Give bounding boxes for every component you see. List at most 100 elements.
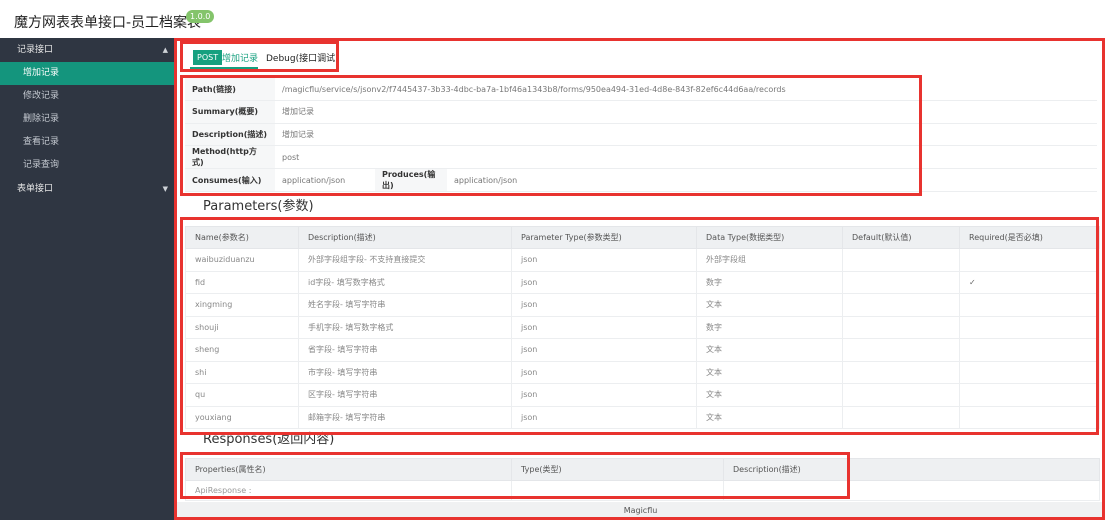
table-row: waibuziduanzu 外部字段组字段- 不支持直接提交 json 外部字段组: [185, 248, 1100, 272]
footer: Magicflu: [176, 502, 1105, 520]
table-row: Method(http方式) post: [185, 145, 1097, 169]
param-default: [842, 270, 960, 294]
param-data-type: 外部字段组: [696, 248, 843, 272]
table-row: fid id字段- 填写数字格式 json 数字 ✓: [185, 270, 1100, 294]
response-description: [723, 480, 1100, 501]
active-tab-indicator: [190, 67, 258, 69]
sidebar-item-edit-record[interactable]: 修改记录: [0, 85, 176, 108]
param-required: ✓: [959, 270, 1100, 294]
sidebar-group-form-api[interactable]: 表单接口 ▼: [0, 177, 176, 201]
table-row: shouji 手机字段- 填写数字格式 json 数字: [185, 315, 1100, 339]
main-content: POST 增加记录 Debug(接口调试) Path(链接) /magicflu…: [176, 38, 1105, 520]
param-required: [959, 315, 1100, 339]
consumes-value: application/json: [275, 168, 375, 192]
param-description: 邮箱字段- 填写字符串: [298, 405, 512, 429]
param-type: json: [511, 293, 697, 317]
summary-label: Summary(概要): [185, 100, 275, 124]
col-data-type: Data Type(数据类型): [696, 226, 843, 249]
table-row: shi 市字段- 填写字符串 json 文本: [185, 360, 1100, 384]
sidebar-item-add-record[interactable]: 增加记录: [0, 62, 176, 85]
col-resp-description: Description(描述): [723, 458, 1100, 481]
method-badge: POST: [193, 50, 223, 65]
param-name: youxiang: [185, 405, 299, 429]
param-data-type: 数字: [696, 315, 843, 339]
param-type: json: [511, 315, 697, 339]
path-label: Path(链接): [185, 78, 275, 101]
description-label: Description(描述): [185, 123, 275, 146]
col-type: Type(类型): [511, 458, 724, 481]
param-name: qu: [185, 383, 299, 407]
param-required: [959, 383, 1100, 407]
caret-up-icon: ▲: [162, 46, 168, 54]
col-description: Description(描述): [298, 226, 512, 249]
param-default: [842, 383, 960, 407]
col-default: Default(默认值): [842, 226, 960, 249]
sidebar-item-query-record[interactable]: 记录查询: [0, 154, 176, 177]
param-default: [842, 248, 960, 272]
col-name: Name(参数名): [185, 226, 299, 249]
endpoint-info-table: Path(链接) /magicflu/service/s/jsonv2/f744…: [185, 78, 1097, 192]
param-description: 区字段- 填写字符串: [298, 383, 512, 407]
parameters-body: waibuziduanzu 外部字段组字段- 不支持直接提交 json 外部字段组 fi…: [185, 248, 1100, 429]
param-required: [959, 248, 1100, 272]
tab-debug[interactable]: Debug(接口调试): [266, 51, 339, 64]
table-header-row: Name(参数名) Description(描述) Parameter Type…: [185, 226, 1100, 249]
table-row: ApiResponse :: [185, 480, 1100, 501]
param-name: sheng: [185, 338, 299, 362]
table-row: Path(链接) /magicflu/service/s/jsonv2/f744…: [185, 78, 1097, 101]
sidebar-group-label: 表单接口: [17, 184, 54, 194]
param-description: 省字段- 填写字符串: [298, 338, 512, 362]
parameters-title: Parameters(参数): [203, 199, 314, 214]
consumes-label: Consumes(输入): [185, 168, 275, 192]
response-type: [511, 480, 724, 501]
param-required: [959, 338, 1100, 362]
col-param-type: Parameter Type(参数类型): [511, 226, 697, 249]
param-type: json: [511, 270, 697, 294]
sidebar-group-record-api[interactable]: 记录接口 ▲: [0, 38, 176, 62]
param-name: shouji: [185, 315, 299, 339]
table-row: Summary(概要) 增加记录: [185, 100, 1097, 124]
table-row: Consumes(输入) application/json Produces(输…: [185, 168, 1097, 192]
table-row: sheng 省字段- 填写字符串 json 文本: [185, 338, 1100, 362]
param-name: waibuziduanzu: [185, 248, 299, 272]
param-type: json: [511, 338, 697, 362]
param-description: 手机字段- 填写数字格式: [298, 315, 512, 339]
sidebar-item-view-record[interactable]: 查看记录: [0, 131, 176, 154]
tab-add-record[interactable]: 增加记录: [222, 51, 258, 64]
param-name: xingming: [185, 293, 299, 317]
param-data-type: 文本: [696, 405, 843, 429]
parameters-table: Name(参数名) Description(描述) Parameter Type…: [185, 226, 1100, 429]
responses-title: Responses(返回内容): [203, 432, 335, 447]
top-header: 魔方网表表单接口-员工档案表 1.0.0: [0, 0, 1105, 38]
table-row: Description(描述) 增加记录: [185, 123, 1097, 146]
produces-label: Produces(输出): [375, 168, 447, 192]
param-required: [959, 405, 1100, 429]
responses-table: Properties(属性名) Type(类型) Description(描述)…: [185, 458, 1100, 501]
param-data-type: 文本: [696, 360, 843, 384]
method-label: Method(http方式): [185, 145, 275, 169]
version-badge: 1.0.0: [186, 10, 215, 23]
col-required: Required(是否必填): [959, 226, 1100, 249]
produces-value: application/json: [447, 168, 677, 192]
param-data-type: 文本: [696, 338, 843, 362]
path-value: /magicflu/service/s/jsonv2/f7445437-3b33…: [275, 78, 1097, 101]
param-name: fid: [185, 270, 299, 294]
sidebar-group-label: 记录接口: [17, 45, 54, 55]
param-required: [959, 293, 1100, 317]
param-required: [959, 360, 1100, 384]
sidebar-item-delete-record[interactable]: 删除记录: [0, 108, 176, 131]
param-name: shi: [185, 360, 299, 384]
table-header-row: Properties(属性名) Type(类型) Description(描述): [185, 458, 1100, 481]
param-default: [842, 315, 960, 339]
param-default: [842, 405, 960, 429]
param-default: [842, 338, 960, 362]
summary-value: 增加记录: [275, 100, 1097, 124]
col-properties: Properties(属性名): [185, 458, 512, 481]
param-description: 姓名字段- 填写字符串: [298, 293, 512, 317]
param-type: json: [511, 360, 697, 384]
param-default: [842, 293, 960, 317]
app-title: 魔方网表表单接口-员工档案表: [14, 15, 202, 31]
param-data-type: 数字: [696, 270, 843, 294]
table-row: youxiang 邮箱字段- 填写字符串 json 文本: [185, 405, 1100, 429]
method-value: post: [275, 145, 1097, 169]
